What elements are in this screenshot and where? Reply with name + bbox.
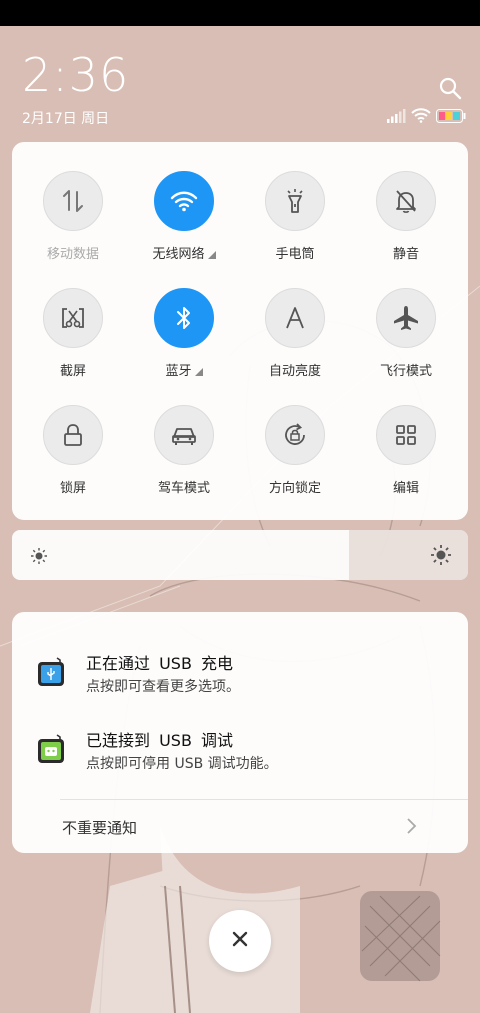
tile-label: 蓝牙 [165, 364, 192, 379]
tile-label: 手电筒 [275, 247, 315, 262]
tile-wifi[interactable]: 无线网络 [134, 171, 234, 262]
tile-label: 移动数据 [46, 247, 99, 262]
tile-lock[interactable]: 锁屏 [23, 405, 123, 496]
quick-settings-panel: 移动数据 无线网络 手电筒 静音 截屏 蓝牙 自动亮度 飞行模式 锁屏 驾车模式… [12, 142, 468, 520]
wifi-icon [411, 107, 431, 127]
notification-usb-charging[interactable]: 正在通过 USB 充电 点按即可查看更多选项。 [12, 642, 468, 712]
chevron-right-icon[interactable] [406, 816, 418, 840]
battery-icon [436, 108, 466, 127]
status-icons [386, 107, 468, 127]
tile-label: 静音 [392, 247, 419, 262]
flashlight-icon [265, 171, 325, 231]
tile-edit[interactable]: 编辑 [356, 405, 456, 496]
tile-label: 驾车模式 [157, 481, 210, 496]
signal-icon [386, 108, 406, 127]
tile-bluetooth[interactable]: 蓝牙 [134, 288, 234, 379]
mobile-data-icon [43, 171, 103, 231]
notification-title: 正在通过 USB 充电 [86, 654, 234, 673]
tile-label: 编辑 [392, 481, 419, 496]
bluetooth-icon [154, 288, 214, 348]
notification-body: 点按即可查看更多选项。 [86, 679, 240, 695]
unimportant-notifications-link[interactable]: 不重要通知 [62, 817, 137, 838]
notification-panel: 正在通过 USB 充电 点按即可查看更多选项。 已连接到 USB 调试 点按即可… [12, 612, 468, 853]
usb-charging-icon [36, 656, 66, 688]
brightness-low-icon [30, 547, 48, 569]
tile-driving-mode[interactable]: 驾车模式 [134, 405, 234, 496]
tile-mute[interactable]: 静音 [356, 171, 456, 262]
tile-label: 截屏 [59, 364, 86, 379]
mute-bell-icon [376, 171, 436, 231]
clock: 2:36 [22, 48, 130, 102]
airplane-icon [376, 288, 436, 348]
tile-label: 无线网络 [152, 247, 205, 262]
top-status-strip [0, 0, 480, 26]
tile-mobile-data[interactable]: 移动数据 [23, 171, 123, 262]
grid-edit-icon [376, 405, 436, 465]
expand-triangle-icon [207, 251, 216, 259]
date: 2月17日 周日 [22, 111, 110, 127]
tile-label: 锁屏 [59, 481, 86, 496]
tile-flashlight[interactable]: 手电筒 [245, 171, 345, 262]
auto-brightness-icon [265, 288, 325, 348]
tile-airplane[interactable]: 飞行模式 [356, 288, 456, 379]
notification-usb-debugging[interactable]: 已连接到 USB 调试 点按即可停用 USB 调试功能。 [12, 719, 468, 789]
search-icon[interactable] [438, 76, 464, 102]
tile-label: 方向锁定 [268, 481, 321, 496]
screenshot-icon [43, 288, 103, 348]
android-debug-icon [36, 733, 66, 765]
notification-title: 已连接到 USB 调试 [86, 731, 234, 750]
wifi-icon [154, 171, 214, 231]
lock-icon [43, 405, 103, 465]
close-icon [231, 930, 249, 952]
brightness-high-icon [430, 544, 452, 570]
tile-label: 飞行模式 [379, 364, 432, 379]
tile-auto-brightness[interactable]: 自动亮度 [245, 288, 345, 379]
notification-body: 点按即可停用 USB 调试功能。 [86, 756, 278, 772]
brightness-slider[interactable] [12, 530, 468, 580]
divider [60, 799, 468, 800]
expand-triangle-icon [194, 368, 203, 376]
rotation-lock-icon [265, 405, 325, 465]
car-icon [154, 405, 214, 465]
tile-rotation-lock[interactable]: 方向锁定 [245, 405, 345, 496]
tile-label: 自动亮度 [268, 364, 321, 379]
clear-all-button[interactable] [209, 910, 271, 972]
tile-screenshot[interactable]: 截屏 [23, 288, 123, 379]
